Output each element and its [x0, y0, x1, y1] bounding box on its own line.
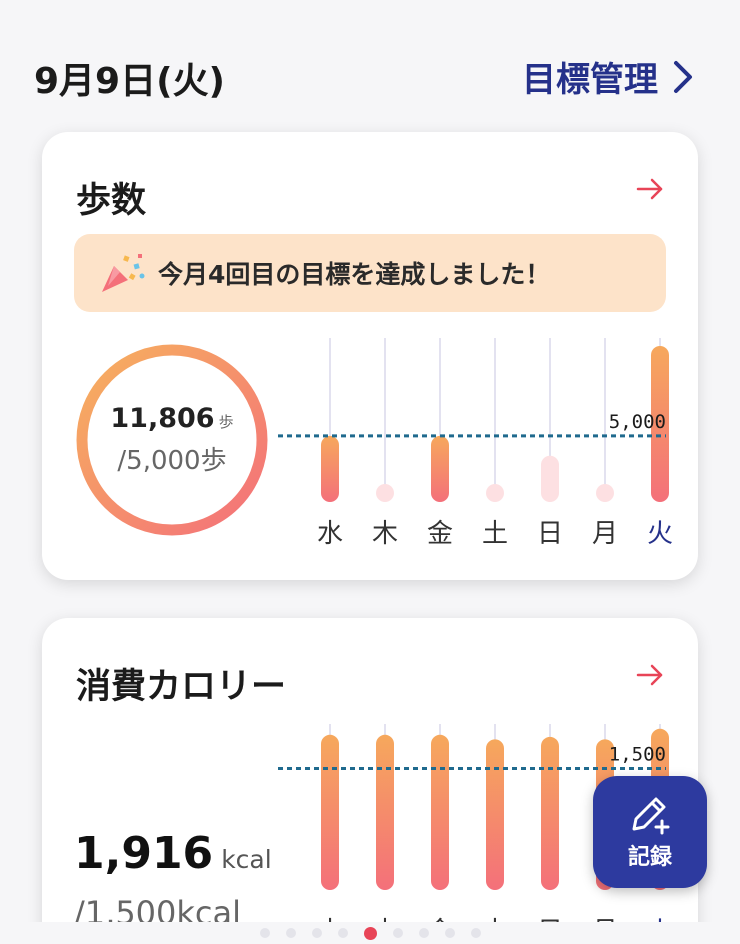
page-dot[interactable] [337, 928, 348, 938]
bar-日 [541, 736, 559, 890]
header: 9月9日(火) 目標管理 [0, 0, 740, 130]
bar-木 [376, 734, 394, 890]
banner-text: 今月4回目の目標を達成しました！ [158, 260, 551, 289]
page-dot[interactable] [392, 928, 403, 938]
steps-unit: 歩 [218, 413, 234, 431]
page-dot[interactable] [444, 928, 455, 938]
bar-金 [431, 734, 449, 890]
page-indicator [0, 922, 740, 944]
day-label-日: 日 [537, 519, 563, 549]
bar-木 [376, 484, 394, 502]
steps-title: 歩数 [76, 181, 147, 221]
chevron-right-icon [674, 60, 692, 93]
goal-line-label: 5,000 [609, 411, 666, 433]
page-dot[interactable] [470, 928, 481, 938]
page-dot[interactable] [418, 928, 429, 938]
goal-management-label: 目標管理 [522, 60, 658, 100]
bar-日 [541, 455, 559, 502]
page-dot[interactable] [259, 928, 270, 938]
calorie-title: 消費カロリー [76, 667, 287, 707]
steps-card[interactable]: 歩数 今月4回目の目標を達成しました！ 11,806 歩 /5,000歩 5,0… [42, 132, 698, 580]
steps-bar-chart: 5,000 水木金土日月火 [278, 332, 678, 552]
date-label: 9月9日(火) [34, 61, 226, 102]
calorie-card[interactable]: 消費カロリー 1,916kcal /1,500kcal 1,500水木金土日月火 [42, 618, 698, 944]
calorie-value: 1,916 kcal [74, 828, 272, 879]
record-fab-button[interactable]: 記録 [593, 776, 707, 888]
day-label-火: 火 [647, 519, 673, 549]
day-label-月: 月 [592, 519, 618, 549]
record-label: 記録 [627, 845, 672, 870]
goal-management-link[interactable]: 目標管理 [522, 52, 694, 101]
day-label-金: 金 [427, 519, 453, 549]
bar-金 [431, 435, 449, 502]
achievement-banner: 今月4回目の目標を達成しました！ [74, 234, 666, 312]
arrow-right-icon[interactable] [636, 178, 664, 200]
page-dot[interactable] [311, 928, 322, 938]
arrow-right-icon[interactable] [636, 664, 664, 686]
day-label-土: 土 [482, 519, 508, 549]
pencil-plus-icon [632, 797, 670, 835]
day-label-木: 木 [372, 519, 398, 549]
steps-value: 11,806 歩 [110, 403, 234, 434]
page-dot-active[interactable] [363, 926, 377, 940]
calorie-unit: kcal [221, 845, 272, 874]
bar-水 [321, 435, 339, 502]
steps-progress-ring: 11,806 歩 /5,000歩 [72, 340, 272, 540]
steps-goal: /5,000歩 [117, 446, 227, 476]
bar-土 [486, 739, 504, 890]
day-label-水: 水 [317, 519, 343, 549]
bar-土 [486, 484, 504, 502]
bar-月 [596, 484, 614, 502]
party-popper-icon [102, 254, 145, 292]
page-dot[interactable] [285, 928, 296, 938]
bar-水 [321, 734, 339, 890]
goal-line-label: 1,500 [609, 744, 666, 766]
